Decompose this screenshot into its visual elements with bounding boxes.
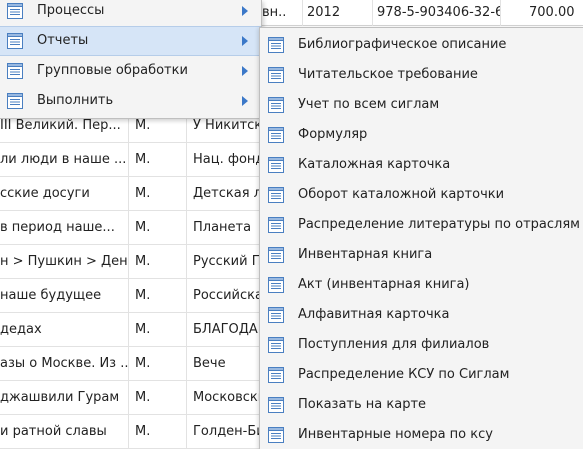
list-icon (268, 307, 284, 323)
submenu-item[interactable]: Оборот каталожной карточки (260, 180, 583, 210)
menu-item[interactable]: Отчеты (0, 26, 261, 56)
list-icon (7, 63, 23, 79)
chevron-right-icon (242, 66, 248, 76)
city-cell: М. (128, 381, 186, 414)
title-cell: азы о Москве. Из ... (0, 356, 128, 371)
submenu-item-label: Инвентарные номера по ксу (298, 427, 493, 442)
list-icon (268, 367, 284, 383)
context-menu: Процессы Отчеты Групповые обработки Выполни… (0, 0, 262, 119)
submenu-item[interactable]: Распределение КСУ по Сиглам (260, 360, 583, 390)
submenu-item-label: Распределение литературы по отраслям (298, 217, 580, 232)
submenu-item-label: Распределение КСУ по Сиглам (298, 367, 510, 382)
publisher-cell: Планета (186, 211, 266, 244)
list-icon (268, 127, 284, 143)
city-cell: М. (128, 143, 186, 176)
table-cell: вн.. (262, 5, 287, 20)
menu-item[interactable]: Выполнить (0, 86, 261, 116)
list-icon (268, 157, 284, 173)
submenu-item-label: Поступления для филиалов (298, 337, 490, 352)
submenu-item-label: Инвентарная книга (298, 247, 433, 262)
list-icon (268, 397, 284, 413)
publisher-cell: Вече (186, 347, 266, 380)
menu-item-label: Выполнить (37, 93, 114, 108)
submenu-item-label: Оборот каталожной карточки (298, 187, 505, 202)
chevron-right-icon (242, 36, 248, 46)
city-cell: М. (128, 415, 186, 448)
publisher-cell: Российска (186, 279, 266, 312)
publisher-cell: БЛАГОДАР (186, 313, 266, 346)
publisher-cell: Московски (186, 381, 266, 414)
list-icon (268, 67, 284, 83)
submenu-item[interactable]: Библиографическое описание (260, 30, 583, 60)
submenu-item[interactable]: Распределение литературы по отраслям (260, 210, 583, 240)
submenu-item[interactable]: Акт (инвентарная книга) (260, 270, 583, 300)
submenu-item[interactable]: Каталожная карточка (260, 150, 583, 180)
menu-item-label: Процессы (37, 3, 105, 18)
submenu-item-label: Показать на карте (298, 397, 427, 412)
list-icon (268, 187, 284, 203)
table-cell: 700.00 (500, 0, 583, 26)
submenu-item[interactable]: Показать на карте (260, 390, 583, 420)
submenu-item-label: Читательское требование (298, 67, 478, 82)
submenu-item[interactable]: Инвентарные номера по ксу (260, 420, 583, 449)
chevron-right-icon (242, 6, 248, 16)
submenu-item[interactable]: Алфавитная карточка (260, 300, 583, 330)
submenu-item-label: Алфавитная карточка (298, 307, 450, 322)
title-cell: дедах (0, 322, 42, 337)
city-cell: М. (128, 211, 186, 244)
list-icon (268, 37, 284, 53)
submenu-item-label: Учет по всем сиглам (298, 97, 440, 112)
list-icon (268, 217, 284, 233)
menu-item[interactable]: Процессы (0, 0, 261, 26)
menu-item[interactable]: Групповые обработки (0, 56, 261, 86)
city-cell: М. (128, 177, 186, 210)
city-cell: М. (128, 279, 186, 312)
submenu-item-label: Формуляр (298, 127, 368, 142)
list-icon (268, 337, 284, 353)
menu-item-label: Групповые обработки (37, 63, 188, 78)
chevron-right-icon (242, 96, 248, 106)
city-cell: М. (128, 313, 186, 346)
table-cell: 2012 (302, 0, 372, 26)
publisher-cell: Детская ли (186, 177, 266, 210)
submenu-item-label: Каталожная карточка (298, 157, 451, 172)
title-cell: в период наше... (0, 220, 115, 235)
title-cell: и ратной славы (0, 424, 107, 439)
publisher-cell: Нац. фонд (186, 143, 266, 176)
publisher-cell: Голден-Би (186, 415, 266, 448)
title-cell: наше будущее (0, 288, 102, 303)
menu-item-label: Отчеты (37, 33, 89, 48)
list-icon (268, 277, 284, 293)
submenu-item[interactable]: Читательское требование (260, 60, 583, 90)
title-cell: джашвили Гурам (0, 390, 120, 405)
submenu-item-label: Библиографическое описание (298, 37, 507, 52)
list-icon (268, 247, 284, 263)
list-icon (7, 3, 23, 19)
table-cell: 978-5-903406-32-6 (372, 0, 500, 26)
city-cell: М. (128, 347, 186, 380)
title-cell: сские досуги (0, 186, 90, 201)
submenu-item[interactable]: Инвентарная книга (260, 240, 583, 270)
list-icon (7, 33, 23, 49)
city-cell: М. (128, 245, 186, 278)
publisher-cell: Русский П (186, 245, 266, 278)
list-icon (268, 97, 284, 113)
submenu-item[interactable]: Учет по всем сиглам (260, 90, 583, 120)
submenu-item[interactable]: Поступления для филиалов (260, 330, 583, 360)
submenu-item[interactable]: Формуляр (260, 120, 583, 150)
reports-submenu: Библиографическое описание Читательское т… (259, 27, 583, 449)
submenu-item-label: Акт (инвентарная книга) (298, 277, 470, 292)
title-cell: н > Пушкин > Ден... (0, 254, 128, 269)
list-icon (268, 427, 284, 443)
title-cell: ли люди в наше ... (0, 152, 127, 167)
list-icon (7, 93, 23, 109)
